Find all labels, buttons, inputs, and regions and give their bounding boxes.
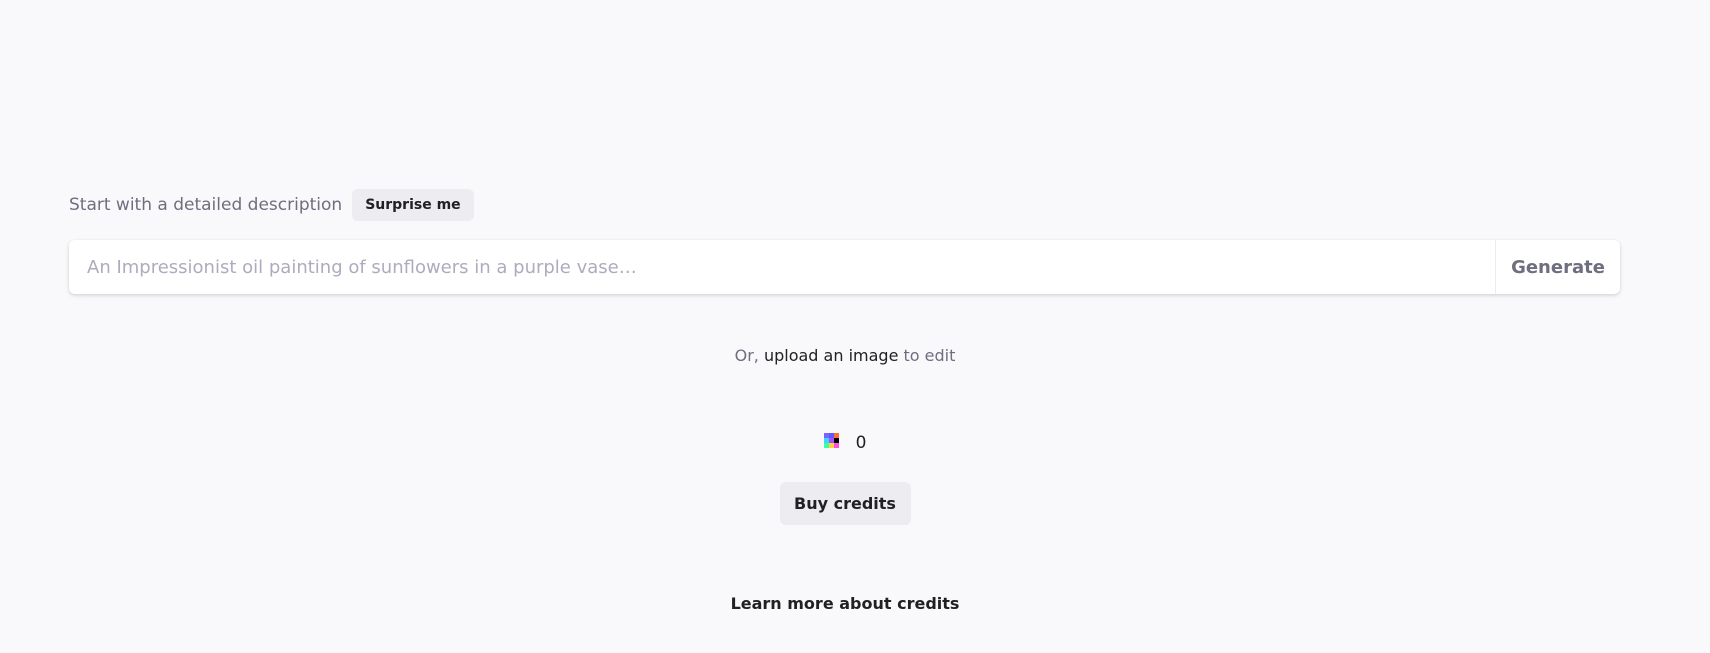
description-label: Start with a detailed description xyxy=(69,195,343,215)
credit-count: 0 xyxy=(855,433,867,453)
upload-prefix: Or, xyxy=(734,346,764,365)
credit-icon-pixel xyxy=(838,448,844,453)
page: Start with a detailed description Surpri… xyxy=(0,0,1710,653)
generate-button[interactable]: Generate xyxy=(1495,240,1620,294)
description-row: Start with a detailed description Surpri… xyxy=(69,189,474,221)
prompt-box: Generate xyxy=(69,240,1620,294)
buy-credits-wrap: Buy credits xyxy=(0,482,1690,525)
buy-credits-button[interactable]: Buy credits xyxy=(779,482,911,525)
upload-image-link[interactable]: upload an image xyxy=(764,346,898,365)
upload-line: Or, upload an image to edit xyxy=(0,346,1690,365)
learn-more-credits-link[interactable]: Learn more about credits xyxy=(0,594,1690,613)
upload-suffix: to edit xyxy=(898,346,956,365)
surprise-me-button[interactable]: Surprise me xyxy=(352,189,474,221)
prompt-input[interactable] xyxy=(69,240,1495,294)
credits-row: 0 xyxy=(0,433,1690,453)
credits-pixel-icon xyxy=(823,433,844,453)
